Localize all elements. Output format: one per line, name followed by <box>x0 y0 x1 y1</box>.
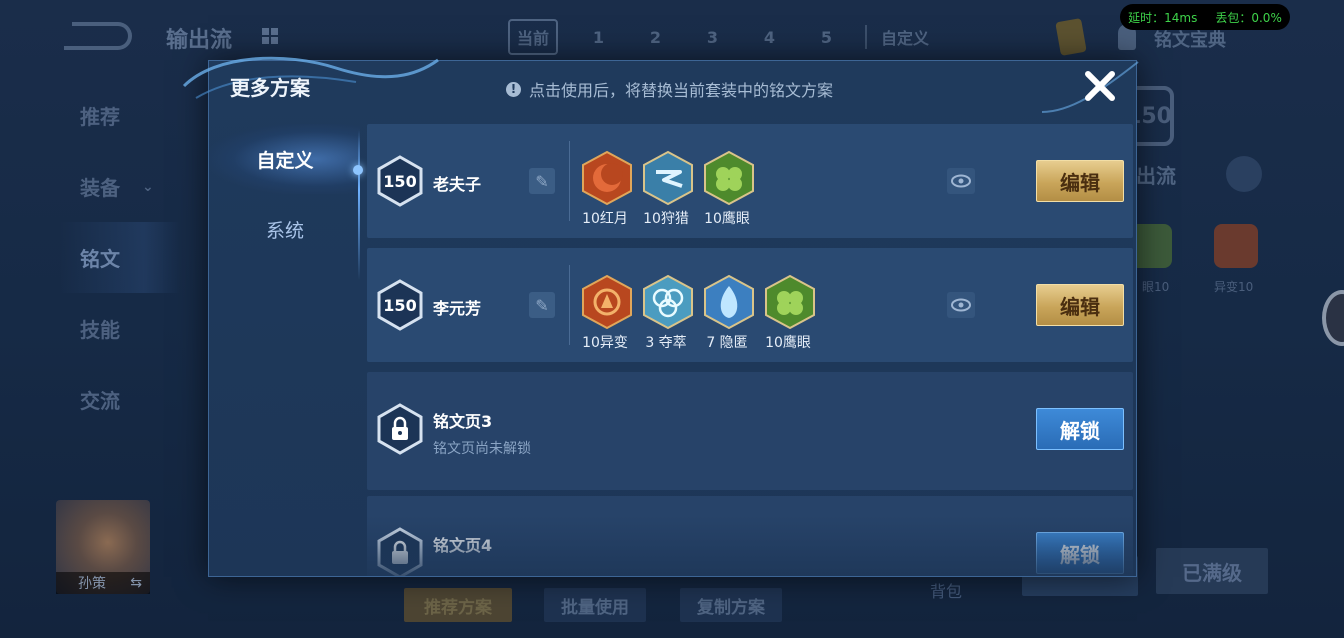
plunder-rune-icon <box>643 274 693 330</box>
tab-system-plans[interactable]: 系统 <box>210 194 360 264</box>
level-badge: 150 <box>377 155 423 207</box>
tab-custom[interactable]: 自定义 <box>865 25 943 49</box>
stealth-rune-icon <box>704 274 754 330</box>
dialog-tabs: 自定义 系统 <box>210 124 360 264</box>
edit-button[interactable]: 编辑 <box>1036 160 1124 202</box>
plan-row[interactable]: 150 老夫子 ✎ 10红月 10狩猎 10鹰眼 编辑 <box>367 124 1133 238</box>
rename-pen-icon[interactable]: ✎ <box>529 168 555 194</box>
side-item-runes[interactable]: 铭文 <box>60 222 180 293</box>
locked-page-title: 铭文页4 <box>433 536 493 555</box>
side-item-label: 技能 <box>80 318 120 342</box>
locked-page-row[interactable]: 铭文页4 解锁 <box>367 496 1133 576</box>
divider <box>569 141 570 221</box>
dialog-title: 更多方案 <box>230 76 310 100</box>
rune-label: 10红月 <box>582 211 628 227</box>
hunt-rune-icon <box>643 150 693 206</box>
side-item-skills[interactable]: 技能 <box>60 293 180 364</box>
side-nav: 推荐 装备 ⌄ 铭文 技能 交流 <box>60 80 180 435</box>
tab-divider <box>358 130 360 280</box>
tab-custom-plans[interactable]: 自定义 <box>210 124 360 194</box>
unlock-button[interactable]: 解锁 <box>1036 532 1124 574</box>
recommend-plan-button[interactable]: 推荐方案 <box>404 588 512 622</box>
page-title: 输出流 <box>166 28 233 53</box>
copy-plan-button[interactable]: 复制方案 <box>680 588 782 622</box>
eagle-eye-rune-icon <box>765 274 815 330</box>
tab-1[interactable]: 1 <box>570 28 627 47</box>
side-drawer-handle[interactable] <box>1322 290 1344 346</box>
mutation-rune-icon <box>582 274 632 330</box>
active-tab-indicator <box>353 165 363 175</box>
rune-label: 眼10 <box>1142 280 1170 294</box>
set-name: 出流 <box>1136 164 1176 188</box>
plan-row[interactable]: 150 李元芳 ✎ 10异变 3 夺萃 7 隐匿 10鹰眼 编辑 <box>367 248 1133 362</box>
side-item-label: 装备 <box>80 176 120 200</box>
plan-name: 老夫子 <box>433 175 482 194</box>
plan-name: 李元芳 <box>433 299 482 318</box>
unlock-button[interactable]: 解锁 <box>1036 408 1124 450</box>
back-button[interactable] <box>64 22 132 50</box>
eye-icon[interactable] <box>947 168 975 194</box>
level-value: 150 <box>383 171 417 191</box>
tab-5[interactable]: 5 <box>798 28 855 47</box>
plan-list: 150 老夫子 ✎ 10红月 10狩猎 10鹰眼 编辑 150 李元芳 ✎ 10… <box>367 124 1133 576</box>
mutation-rune-icon <box>1214 224 1258 268</box>
edit-button[interactable]: 编辑 <box>1036 284 1124 326</box>
hint-text: 点击使用后，将替换当前套装中的铭文方案 <box>529 81 834 100</box>
locked-page-title: 铭文页3 <box>433 412 493 431</box>
rune-label: 10鹰眼 <box>765 335 811 351</box>
rename-pen-icon[interactable]: ✎ <box>529 292 555 318</box>
side-item-equipment[interactable]: 装备 ⌄ <box>60 151 180 222</box>
bag-link[interactable]: 背包 <box>930 578 962 602</box>
close-icon[interactable] <box>1080 66 1120 106</box>
lock-icon <box>377 527 423 576</box>
side-item-chat[interactable]: 交流 <box>60 364 180 435</box>
divider <box>569 265 570 345</box>
tab-2[interactable]: 2 <box>627 28 684 47</box>
tab-4[interactable]: 4 <box>741 28 798 47</box>
locked-page-row[interactable]: 铭文页3 铭文页尚未解锁 解锁 <box>367 372 1133 490</box>
red-moon-rune-icon <box>582 150 632 206</box>
tab-3[interactable]: 3 <box>684 28 741 47</box>
side-item-label: 推荐 <box>80 105 120 129</box>
dialog-hint: ! 点击使用后，将替换当前套装中的铭文方案 <box>506 77 833 101</box>
swap-icon: ⇆ <box>130 575 142 591</box>
level-badge: 150 <box>377 279 423 331</box>
rune-label: 异变10 <box>1214 280 1254 294</box>
rune-set-tabs: 当前 1 2 3 4 5 自定义 <box>508 19 943 55</box>
latency-text: 延时：14ms <box>1128 10 1198 25</box>
lock-icon <box>377 403 423 455</box>
rune-label: 10异变 <box>582 335 628 351</box>
rune-label: 7 隐匿 <box>706 335 748 351</box>
side-item-recommend[interactable]: 推荐 <box>60 80 180 151</box>
network-status: 延时：14ms 丢包：0.0% <box>1120 4 1290 30</box>
level-value: 150 <box>383 295 417 315</box>
side-item-label: 交流 <box>80 389 120 413</box>
eagle-eye-rune-icon <box>704 150 754 206</box>
chevron-down-icon: ⌄ <box>142 178 154 195</box>
eye-icon[interactable] <box>947 292 975 318</box>
rune-label: 3 夺萃 <box>645 335 687 351</box>
batch-use-button[interactable]: 批量使用 <box>544 588 646 622</box>
tab-current[interactable]: 当前 <box>508 19 558 55</box>
book-icon[interactable] <box>1055 18 1087 56</box>
info-icon: ! <box>506 81 521 97</box>
list-icon[interactable] <box>1226 156 1262 192</box>
side-item-label: 铭文 <box>80 247 120 271</box>
packet-loss-text: 丢包：0.0% <box>1215 10 1282 25</box>
hero-name: 孙策 <box>78 576 106 592</box>
grid-icon[interactable] <box>262 28 278 44</box>
max-level-button: 已满级 <box>1156 548 1268 594</box>
rune-label: 10狩猎 <box>643 211 689 227</box>
hero-name-bar[interactable]: 孙策 ⇆ <box>56 572 150 594</box>
rune-label: 10鹰眼 <box>704 211 750 227</box>
locked-page-subtitle: 铭文页尚未解锁 <box>433 441 531 457</box>
